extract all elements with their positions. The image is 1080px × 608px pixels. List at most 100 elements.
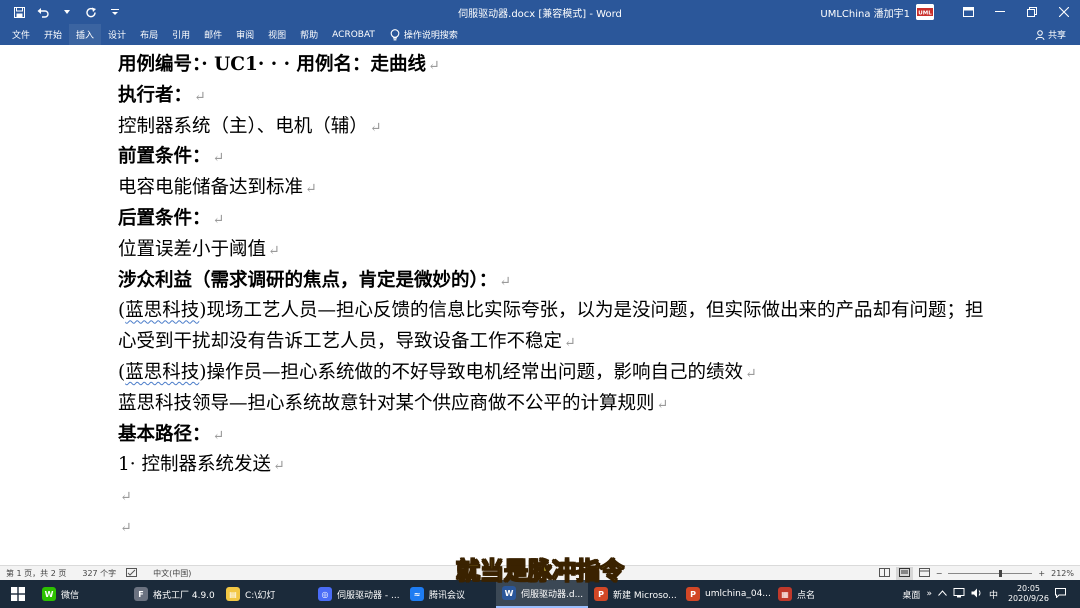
document-line[interactable]: (蓝思科技)现场工艺人员—担心反馈的信息比实际夸张，以为是没问题，但实际做出来的… <box>118 299 983 323</box>
document-line[interactable]: 涉众利益（需求调研的焦点，肯定是微妙的）： ↵ <box>118 269 511 294</box>
line-text: 用例编号：· UC1· · · 用例名：走曲线 <box>118 54 427 75</box>
app-icon: P <box>594 587 608 601</box>
save-icon[interactable] <box>8 2 30 22</box>
tab-file[interactable]: 文件 <box>5 24 37 45</box>
paragraph-mark: ↵ <box>273 458 285 475</box>
spellcheck-flagged-text: 蓝思科技 <box>125 300 200 322</box>
user-name[interactable]: UMLChina 潘加宇1 <box>820 5 910 20</box>
system-clock[interactable]: 20:05 2020/9/26 <box>1008 584 1049 604</box>
paragraph-mark: ↵ <box>212 150 225 167</box>
app-icon: F <box>134 587 148 601</box>
tab-references[interactable]: 引用 <box>165 24 197 45</box>
redo-icon[interactable] <box>80 2 102 22</box>
line-text: 控制器系统（主）、电机（辅） <box>118 115 368 137</box>
line-text: 心受到干扰却没有告诉工艺人员，导致设备工作不稳定 <box>118 331 563 353</box>
app-icon: ◎ <box>318 587 332 601</box>
app-icon: W <box>502 586 516 600</box>
tab-design[interactable]: 设计 <box>101 24 133 45</box>
document-line[interactable]: 后置条件： ↵ <box>118 207 224 232</box>
paragraph-mark: ↵ <box>499 273 511 290</box>
document-line[interactable]: 基本路径： ↵ <box>118 423 224 448</box>
tab-view[interactable]: 视图 <box>261 24 293 45</box>
ribbon-display-options-icon[interactable] <box>952 0 984 24</box>
paragraph-mark: ↵ <box>194 88 206 105</box>
line-text: 蓝思科技领导—担心系统故意针对某个供应商做不公平的计算规则 <box>118 392 655 414</box>
paragraph-mark: ↵ <box>212 212 225 228</box>
paragraph-mark: ↵ <box>369 119 382 136</box>
avatar-text: UML <box>918 11 932 17</box>
app-icon: ▤ <box>226 587 240 601</box>
paragraph-mark: ↵ <box>656 396 669 413</box>
line-text: 1· 控制器系统发送 <box>118 454 272 476</box>
app-icon: P <box>686 587 700 601</box>
taskbar-app-label: C:\幻灯 <box>245 590 276 601</box>
taskbar-app-label: 伺服驱动器 - ... <box>337 590 400 601</box>
document-line[interactable]: 电容电能储备达到标准 ↵ <box>118 176 317 201</box>
undo-icon[interactable] <box>32 2 54 22</box>
document-page[interactable]: 用例编号：· UC1· · · 用例名：走曲线 ↵ 执行者： ↵ 控制器系统（主）、电机… <box>0 45 1080 565</box>
taskbar-app-label: 微信 <box>61 590 80 601</box>
document-line[interactable]: 心受到干扰却没有告诉工艺人员，导致设备工作不稳定 ↵ <box>118 330 576 355</box>
user-avatar[interactable]: UML <box>916 4 934 20</box>
document-line[interactable]: 用例编号：· UC1· · · 用例名：走曲线 ↵ <box>118 53 440 78</box>
document-line[interactable]: 蓝思科技领导—担心系统故意针对某个供应商做不公平的计算规则 ↵ <box>118 392 668 417</box>
line-text: )现场工艺人员—担心反馈的信息比实际夸张，以为是没问题，但实际做出来的产品却有问… <box>199 300 984 322</box>
restore-icon[interactable] <box>1016 0 1048 24</box>
show-desktop-label[interactable]: 桌面 <box>902 588 920 601</box>
toolbar-overflow[interactable]: » <box>926 589 932 599</box>
person-icon <box>1035 29 1045 40</box>
tab-help[interactable]: 帮助 <box>293 24 325 45</box>
paragraph-mark: ↵ <box>428 58 440 74</box>
line-text: )操作员—担心系统做的不好导致电机经常出问题，影响自己的绩效 <box>199 362 743 383</box>
app-icon: ≈ <box>410 587 424 601</box>
lightbulb-icon <box>390 28 400 40</box>
minimize-icon[interactable] <box>984 0 1016 24</box>
taskbar-app-label: 点名 <box>797 590 816 601</box>
document-line[interactable]: ↵ <box>118 515 132 540</box>
customize-qat-icon[interactable] <box>104 2 126 22</box>
quick-access-toolbar <box>0 2 126 22</box>
taskbar-app-label: 新建 Microso... <box>613 590 677 601</box>
tab-home[interactable]: 开始 <box>37 24 69 45</box>
line-text: 前置条件： <box>118 146 211 168</box>
paragraph-mark: ↵ <box>744 366 757 382</box>
taskbar-app-label: 伺服驱动器.d... <box>521 589 584 600</box>
document-line[interactable]: 控制器系统（主）、电机（辅） ↵ <box>118 115 382 140</box>
tab-mailings[interactable]: 邮件 <box>197 24 229 45</box>
document-line[interactable]: ↵ <box>118 484 132 509</box>
title-bar: 伺服驱动器.docx [兼容模式] - Word UMLChina 潘加宇1 U… <box>0 0 1080 24</box>
line-text: 基本路径： <box>118 423 211 445</box>
input-method-indicator[interactable]: 中 <box>989 588 998 601</box>
paragraph-mark: ↵ <box>564 335 576 352</box>
close-icon[interactable] <box>1048 0 1080 24</box>
taskbar-app-label: 腾讯会议 <box>429 590 466 601</box>
paragraph-mark: ↵ <box>268 242 280 259</box>
line-text: 位置误差小于阈值 <box>118 238 267 260</box>
tab-insert[interactable]: 插入 <box>69 24 102 45</box>
document-line[interactable]: 1· 控制器系统发送 ↵ <box>118 453 285 478</box>
volume-icon[interactable] <box>971 588 983 601</box>
share-label: 共享 <box>1047 31 1066 41</box>
taskbar-app-label: 格式工厂 4.9.0 <box>153 590 215 601</box>
paragraph-mark: ↵ <box>120 520 132 536</box>
tab-acrobat[interactable]: ACROBAT <box>325 24 382 45</box>
document-line[interactable]: 执行者： ↵ <box>118 84 206 109</box>
tray-expand-icon[interactable] <box>938 589 947 599</box>
tab-review[interactable]: 审阅 <box>229 24 261 45</box>
windows-logo-icon <box>11 587 25 601</box>
tab-layout[interactable]: 布局 <box>133 24 165 45</box>
share-button[interactable]: 共享 <box>1035 24 1066 45</box>
document-line[interactable]: 位置误差小于阈值 ↵ <box>118 238 280 263</box>
network-icon[interactable] <box>953 587 965 601</box>
line-text: 涉众利益（需求调研的焦点，肯定是微妙的）： <box>118 269 498 291</box>
tell-me-search[interactable]: 操作说明搜索 <box>390 28 458 41</box>
app-icon: ▦ <box>778 587 792 601</box>
document-line[interactable]: 前置条件： ↵ <box>118 145 224 170</box>
ribbon-tabs: 文件 开始 插入 设计 布局 引用 邮件 审阅 视图 帮助 ACROBAT 操作… <box>0 24 1080 45</box>
spellcheck-flagged-text: 蓝思科技 <box>125 362 200 383</box>
notification-icon[interactable] <box>1055 587 1066 601</box>
app-icon: W <box>42 587 56 601</box>
document-line[interactable]: (蓝思科技)操作员—担心系统做的不好导致电机经常出问题，影响自己的绩效 ↵ <box>118 361 757 386</box>
undo-dropdown-icon[interactable] <box>56 2 78 22</box>
paragraph-mark: ↵ <box>120 489 132 506</box>
